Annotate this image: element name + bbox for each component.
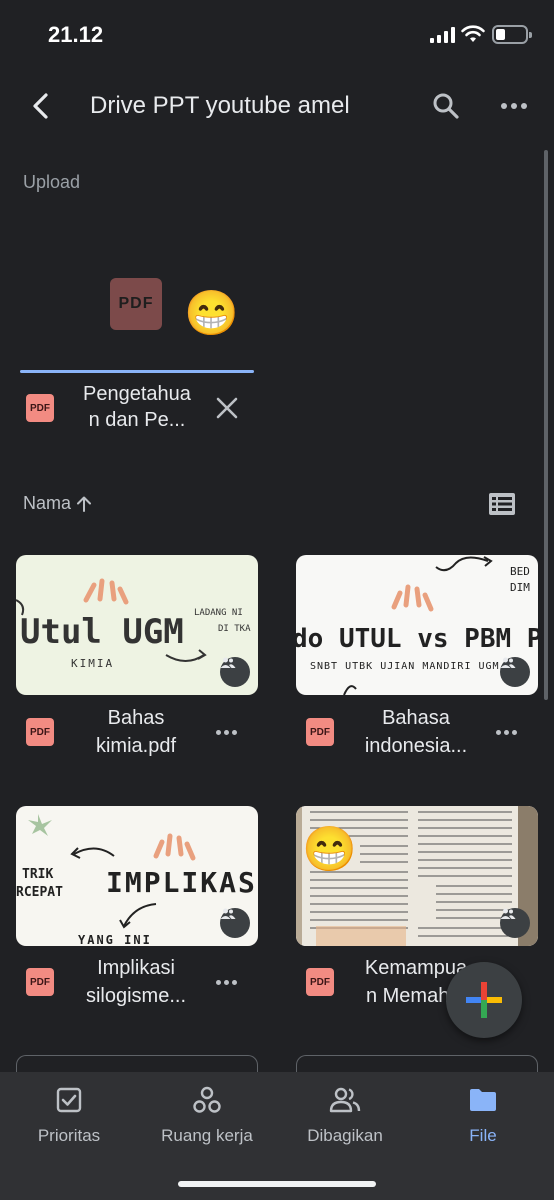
file-name-line2: kimia.pdf <box>95 735 177 757</box>
grinning-emoji-icon: 😁 <box>302 825 357 874</box>
thumbnail-title: IMPLIKASI <box>106 866 258 899</box>
thumbnail-side-text: TRIK <box>22 867 53 882</box>
page-title: Drive PPT youtube amel <box>90 92 350 119</box>
file-thumbnail[interactable]: Utul UGM KIMIA LADANG NI DI TKA <box>16 555 258 695</box>
file-name-line2: indonesia... <box>364 735 468 757</box>
thumbnail-title: do UTUL vs PBM PPU <box>296 624 538 654</box>
shared-people-icon <box>329 1087 361 1113</box>
pdf-file-icon: PDF <box>306 968 334 996</box>
file-thumbnail[interactable]: 😁 <box>296 806 538 946</box>
file-name[interactable]: Bahas kimia.pdf <box>70 704 202 760</box>
upload-section-label: Upload <box>23 172 81 192</box>
grinning-emoji-icon: 😁 <box>184 289 239 338</box>
upload-progress-bar <box>20 370 254 373</box>
shared-people-icon <box>500 908 530 938</box>
file-name-line2: silogisme... <box>85 985 187 1007</box>
signal-icon <box>430 27 455 43</box>
file-name-line1: Bahas <box>107 707 165 729</box>
list-view-icon[interactable] <box>488 492 516 516</box>
thumbnail-side-text: LADANG NI <box>194 608 243 618</box>
back-button[interactable] <box>24 88 60 124</box>
shared-people-icon <box>220 657 250 687</box>
home-indicator[interactable] <box>178 1181 376 1187</box>
wifi-icon <box>461 25 485 42</box>
file-more-options-icon[interactable] <box>211 972 241 992</box>
nav-item-prioritas[interactable]: Prioritas <box>0 1084 138 1146</box>
folder-icon <box>470 1089 496 1111</box>
thumbnail-side-text-2: DIM <box>510 581 530 594</box>
file-name-line1: Bahasa <box>382 707 450 729</box>
thumbnail-side-text-2: RCEPAT <box>16 885 63 900</box>
thumbnail-side-text: BED <box>510 565 530 578</box>
pdf-file-icon: PDF <box>306 718 334 746</box>
nav-item-file[interactable]: File <box>414 1084 552 1146</box>
pdf-file-icon: PDF <box>26 718 54 746</box>
workspace-icon <box>193 1086 221 1113</box>
sort-label: Nama <box>23 493 72 513</box>
file-more-options-icon[interactable] <box>211 722 241 742</box>
upload-preview-pdf-icon: PDF <box>110 278 162 330</box>
file-thumbnail[interactable]: do UTUL vs PBM PPU SNBT UTBK UJIAN MANDI… <box>296 555 538 695</box>
thumbnail-title: Utul UGM <box>20 612 184 652</box>
shared-people-icon <box>220 908 250 938</box>
pdf-file-icon: PDF <box>26 394 54 422</box>
upload-file-name-line2: n dan Pe... <box>88 409 186 431</box>
nav-item-dibagikan[interactable]: Dibagikan <box>276 1084 414 1146</box>
file-more-options-icon[interactable] <box>491 722 521 742</box>
nav-label: Ruang kerja <box>161 1126 253 1145</box>
upload-file-name-line1: Pengetahua <box>83 383 191 405</box>
nav-label: Prioritas <box>37 1126 101 1145</box>
file-thumbnail[interactable]: IMPLIKASI YANG INI TRIK RCEPAT <box>16 806 258 946</box>
sort-by-name-button[interactable]: Nama <box>23 493 93 514</box>
thumbnail-subtitle: YANG INI <box>78 933 152 946</box>
priority-checkbox-icon <box>56 1087 82 1113</box>
nav-item-ruang-kerja[interactable]: Ruang kerja <box>138 1084 276 1146</box>
file-name[interactable]: Implikasi silogisme... <box>70 954 202 1010</box>
add-new-button[interactable] <box>446 962 522 1038</box>
upload-file-name[interactable]: Pengetahua n dan Pe... <box>72 381 202 433</box>
cancel-upload-close-icon[interactable] <box>212 393 242 423</box>
file-name-line1: Implikasi <box>97 957 175 979</box>
scrollbar[interactable] <box>544 150 548 700</box>
status-time: 21.12 <box>48 22 104 47</box>
more-options-icon[interactable] <box>496 88 532 124</box>
search-icon[interactable] <box>428 88 464 124</box>
shared-people-icon <box>500 657 530 687</box>
arrow-up-icon <box>77 496 92 512</box>
nav-label: File <box>469 1126 497 1145</box>
thumbnail-side-text-2: DI TKA <box>218 624 251 634</box>
thumbnail-subtitle: SNBT UTBK UJIAN MANDIRI UGM IT <box>310 661 521 672</box>
thumbnail-subtitle: KIMIA <box>71 657 114 670</box>
file-name[interactable]: Bahasa indonesia... <box>350 704 482 760</box>
nav-label: Dibagikan <box>307 1126 383 1145</box>
battery-icon <box>492 25 532 44</box>
pdf-file-icon: PDF <box>26 968 54 996</box>
plus-icon <box>466 982 502 1018</box>
